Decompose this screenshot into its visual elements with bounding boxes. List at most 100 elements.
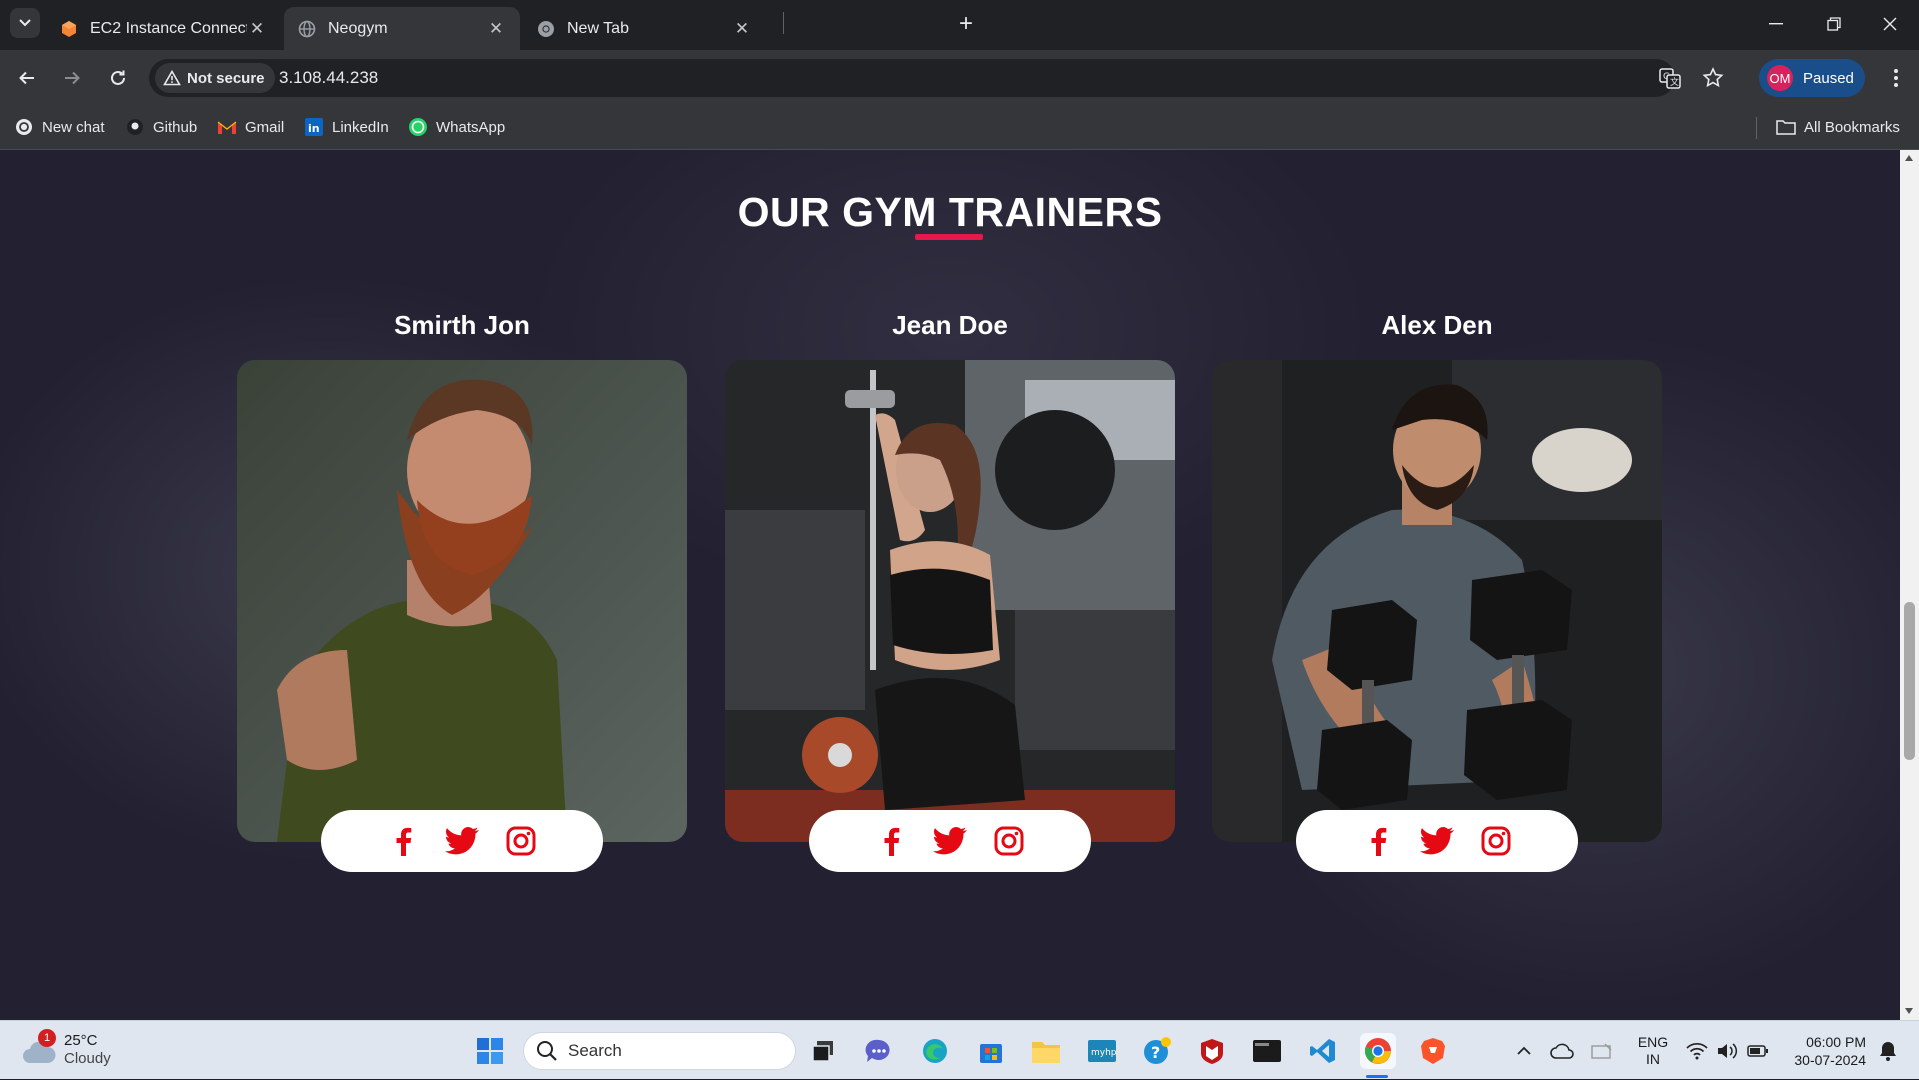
region-label: IN bbox=[1646, 1050, 1660, 1067]
close-icon bbox=[1883, 17, 1897, 31]
language-indicator[interactable]: ENG IN bbox=[1632, 1021, 1674, 1080]
bookmark-new-chat[interactable]: New chat bbox=[14, 116, 105, 138]
page-content: OUR GYM TRAINERS Smirth Jon Jean Doe Ale… bbox=[0, 150, 1900, 1020]
onedrive-icon[interactable] bbox=[1548, 1021, 1576, 1080]
bookmark-whatsapp[interactable]: WhatsApp bbox=[408, 116, 505, 138]
bookmark-label: All Bookmarks bbox=[1804, 118, 1900, 136]
bookmark-linkedin[interactable]: in LinkedIn bbox=[304, 116, 389, 138]
task-view-icon[interactable] bbox=[806, 1033, 842, 1069]
globe-icon bbox=[298, 20, 316, 38]
clock[interactable]: 06:00 PM 30-07-2024 bbox=[1782, 1021, 1866, 1080]
vscode-icon[interactable] bbox=[1305, 1033, 1341, 1069]
scroll-up-arrow-icon[interactable] bbox=[1905, 155, 1913, 161]
twitter-icon[interactable] bbox=[933, 824, 967, 858]
brave-icon[interactable] bbox=[1415, 1033, 1451, 1069]
chrome-icon bbox=[537, 20, 555, 38]
store-icon[interactable] bbox=[973, 1033, 1009, 1069]
tab-search-button[interactable] bbox=[10, 8, 40, 38]
close-tab-icon[interactable]: ✕ bbox=[732, 19, 752, 39]
show-hidden-icons-icon[interactable] bbox=[1512, 1021, 1536, 1080]
social-links bbox=[321, 810, 603, 872]
cloud-icon: 1 bbox=[22, 1029, 56, 1065]
trainer-card: Alex Den bbox=[1212, 310, 1662, 880]
help-icon[interactable]: ? bbox=[1139, 1033, 1175, 1069]
teams-chat-icon[interactable] bbox=[861, 1033, 897, 1069]
notifications-bell-icon[interactable] bbox=[1874, 1021, 1902, 1080]
close-window-button[interactable] bbox=[1862, 0, 1918, 48]
terminal-icon[interactable] bbox=[1249, 1033, 1285, 1069]
all-bookmarks-button[interactable]: All Bookmarks bbox=[1776, 116, 1900, 138]
site-security-chip[interactable]: Not secure bbox=[155, 63, 275, 93]
menu-button[interactable] bbox=[1884, 64, 1908, 92]
forward-button[interactable] bbox=[57, 63, 87, 93]
trainer-name: Alex Den bbox=[1381, 310, 1493, 340]
svg-text:文: 文 bbox=[1670, 76, 1679, 88]
section-title: OUR GYM TRAINERS bbox=[737, 189, 1163, 235]
close-tab-icon[interactable]: ✕ bbox=[247, 19, 267, 39]
clock-time: 06:00 PM bbox=[1806, 1033, 1866, 1050]
restore-button[interactable] bbox=[1806, 0, 1862, 48]
chatgpt-icon bbox=[14, 117, 34, 137]
tab-title: Neogym bbox=[328, 19, 388, 37]
linkedin-icon: in bbox=[304, 117, 324, 137]
profile-status: Paused bbox=[1803, 69, 1854, 87]
mcafee-icon[interactable] bbox=[1194, 1033, 1230, 1069]
taskbar-search[interactable]: Search bbox=[523, 1032, 796, 1070]
facebook-icon[interactable] bbox=[1361, 824, 1395, 858]
bookmark-github[interactable]: Github bbox=[125, 116, 197, 138]
battery-icon[interactable] bbox=[1745, 1021, 1771, 1080]
wifi-icon[interactable] bbox=[1684, 1021, 1710, 1080]
instagram-icon[interactable] bbox=[1479, 824, 1513, 858]
edge-icon[interactable] bbox=[917, 1033, 953, 1069]
social-links bbox=[809, 810, 1091, 872]
browser-toolbar: Not secure 3.108.44.238 G文 OM Paused bbox=[0, 50, 1919, 106]
instagram-icon[interactable] bbox=[504, 824, 538, 858]
translate-icon[interactable]: G文 bbox=[1659, 67, 1681, 89]
tab-title: EC2 Instance Connect | ap-south bbox=[90, 19, 247, 37]
chevron-down-icon bbox=[19, 19, 31, 27]
page-scrollbar[interactable] bbox=[1900, 150, 1919, 1020]
bookmark-star-icon[interactable] bbox=[1702, 67, 1724, 89]
tab-new-tab[interactable]: New Tab ✕ bbox=[523, 7, 766, 50]
weather-widget[interactable]: 1 25°C Cloudy bbox=[22, 1029, 111, 1068]
close-tab-icon[interactable]: ✕ bbox=[486, 19, 506, 39]
profile-button[interactable]: OM Paused bbox=[1759, 59, 1865, 97]
scrollbar-thumb[interactable] bbox=[1904, 602, 1915, 760]
mysql-workbench-icon[interactable]: myhp bbox=[1084, 1033, 1120, 1069]
tab-divider bbox=[783, 12, 784, 34]
facebook-icon[interactable] bbox=[874, 824, 908, 858]
start-button[interactable] bbox=[472, 1033, 508, 1069]
svg-text:?: ? bbox=[1151, 1043, 1160, 1062]
trainer-name: Jean Doe bbox=[892, 310, 1008, 340]
file-explorer-icon[interactable] bbox=[1028, 1033, 1064, 1069]
back-button[interactable] bbox=[12, 63, 42, 93]
url-text: 3.108.44.238 bbox=[279, 68, 379, 87]
new-tab-button[interactable]: + bbox=[950, 8, 982, 40]
svg-text:in: in bbox=[308, 122, 320, 135]
bookmark-label: New chat bbox=[42, 118, 105, 136]
facebook-icon[interactable] bbox=[386, 824, 420, 858]
weather-temp: 25°C bbox=[64, 1032, 98, 1049]
twitter-icon[interactable] bbox=[1420, 824, 1454, 858]
whatsapp-icon bbox=[408, 117, 428, 137]
tab-neogym[interactable]: Neogym ✕ bbox=[284, 7, 520, 50]
notification-badge: 1 bbox=[38, 1029, 56, 1047]
bookmark-label: Github bbox=[153, 118, 198, 136]
scroll-down-arrow-icon[interactable] bbox=[1905, 1008, 1913, 1014]
twitter-icon[interactable] bbox=[445, 824, 479, 858]
active-app-indicator bbox=[1366, 1075, 1388, 1078]
address-bar[interactable]: Not secure 3.108.44.238 G文 bbox=[149, 59, 1724, 97]
social-links bbox=[1296, 810, 1578, 872]
tab-title: New Tab bbox=[567, 19, 629, 37]
bookmark-gmail[interactable]: Gmail bbox=[217, 116, 284, 138]
minimize-button[interactable] bbox=[1748, 0, 1804, 48]
chrome-taskbar-icon[interactable] bbox=[1360, 1033, 1396, 1069]
volume-icon[interactable] bbox=[1714, 1021, 1740, 1080]
reload-button[interactable] bbox=[103, 63, 133, 93]
instagram-icon[interactable] bbox=[992, 824, 1026, 858]
pen-menu-icon[interactable] bbox=[1588, 1021, 1616, 1080]
tab-ec2[interactable]: EC2 Instance Connect | ap-south ✕ bbox=[46, 7, 281, 50]
language-label: ENG bbox=[1637, 1033, 1669, 1050]
bookmarks-bar: New chat Github Gmail in LinkedIn WhatsA… bbox=[0, 106, 1919, 150]
trainer-photo bbox=[725, 360, 1175, 842]
